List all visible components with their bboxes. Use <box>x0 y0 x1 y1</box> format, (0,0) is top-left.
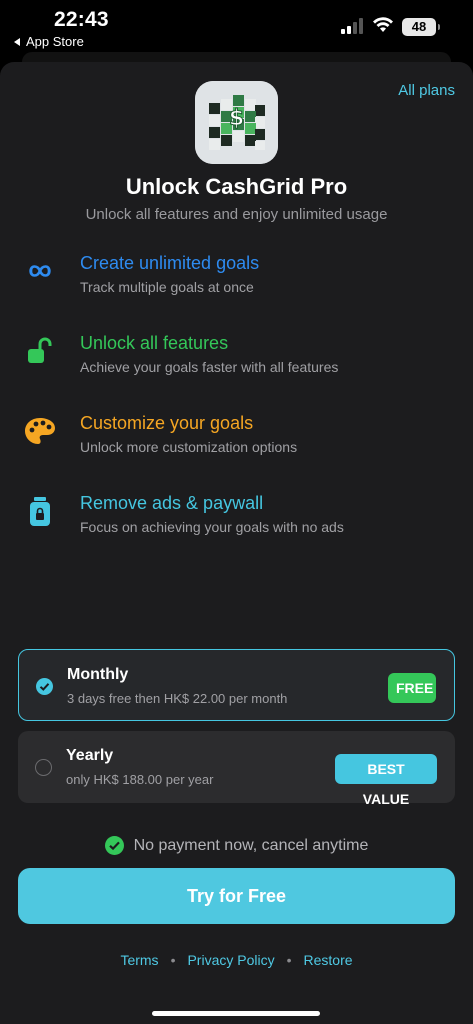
back-arrow-icon <box>14 37 20 46</box>
jar-icon <box>30 497 50 526</box>
plan-badge: BEST VALUE <box>335 754 437 807</box>
status-time: 22:43 <box>54 8 109 31</box>
radio-selected-icon[interactable] <box>36 678 53 695</box>
feature-title: Remove ads & paywall <box>80 493 264 513</box>
plan-option-monthly[interactable]: Monthly 3 days free then HK$ 22.00 per m… <box>18 649 455 721</box>
payment-guarantee: No payment now, cancel anytime <box>0 836 473 855</box>
feature-remove-ads: Remove ads & paywall Focus on achieving … <box>0 493 473 543</box>
feature-unlimited-goals: Create unlimited goals Track multiple go… <box>0 253 473 303</box>
feature-description: Track multiple goals at once <box>80 279 254 295</box>
page-subtitle: Unlock all features and enjoy unlimited … <box>85 206 388 223</box>
feature-unlock-all: Unlock all features Achieve your goals f… <box>0 333 473 383</box>
wifi-icon <box>373 17 393 32</box>
checkmark-icon <box>104 836 124 855</box>
feature-customize: Customize your goals Unlock more customi… <box>0 413 473 463</box>
separator-dot: • <box>286 952 292 968</box>
palette-icon <box>25 418 55 444</box>
feature-description: Focus on achieving your goals with no ad… <box>80 519 344 535</box>
back-app-label: App Store <box>26 34 84 49</box>
page-title: Unlock CashGrid Pro <box>125 174 348 199</box>
all-plans-link[interactable]: All plans <box>398 82 455 99</box>
cellular-signal-icon <box>341 18 363 34</box>
plan-badge: FREE <box>388 673 436 703</box>
plan-price: only HK$ 188.00 per year <box>66 772 214 787</box>
feature-title: Create unlimited goals <box>80 253 260 273</box>
svg-text:$: $ <box>229 106 244 131</box>
guarantee-text: No payment now, cancel anytime <box>133 836 369 854</box>
battery-indicator: 48 <box>402 18 440 36</box>
restore-link[interactable]: Restore <box>304 952 353 968</box>
infinity-icon <box>29 265 51 277</box>
feature-title: Unlock all features <box>80 333 229 353</box>
try-for-free-button[interactable]: Try for Free <box>18 868 455 924</box>
plan-name: Monthly <box>67 666 129 683</box>
terms-link[interactable]: Terms <box>120 952 158 968</box>
footer-links: Terms • Privacy Policy • Restore <box>0 952 473 968</box>
back-to-app-store[interactable]: App Store <box>14 34 84 49</box>
feature-title: Customize your goals <box>80 413 254 433</box>
paywall-sheet: All plans $ Unlock CashGrid Pro Unlock a… <box>0 62 473 1024</box>
plan-name: Yearly <box>66 747 114 764</box>
separator-dot: • <box>170 952 176 968</box>
radio-unselected-icon[interactable] <box>35 759 52 776</box>
home-indicator <box>152 1011 320 1016</box>
unlock-icon <box>28 337 52 363</box>
feature-description: Unlock more customization options <box>80 439 298 455</box>
status-bar: 22:43 App Store 48 <box>0 0 473 56</box>
privacy-policy-link[interactable]: Privacy Policy <box>187 952 274 968</box>
plan-price: 3 days free then HK$ 22.00 per month <box>67 691 288 706</box>
feature-description: Achieve your goals faster with all featu… <box>80 359 339 375</box>
plan-option-yearly[interactable]: Yearly only HK$ 188.00 per year BEST VAL… <box>18 731 455 807</box>
app-logo-icon: $ <box>195 81 278 164</box>
